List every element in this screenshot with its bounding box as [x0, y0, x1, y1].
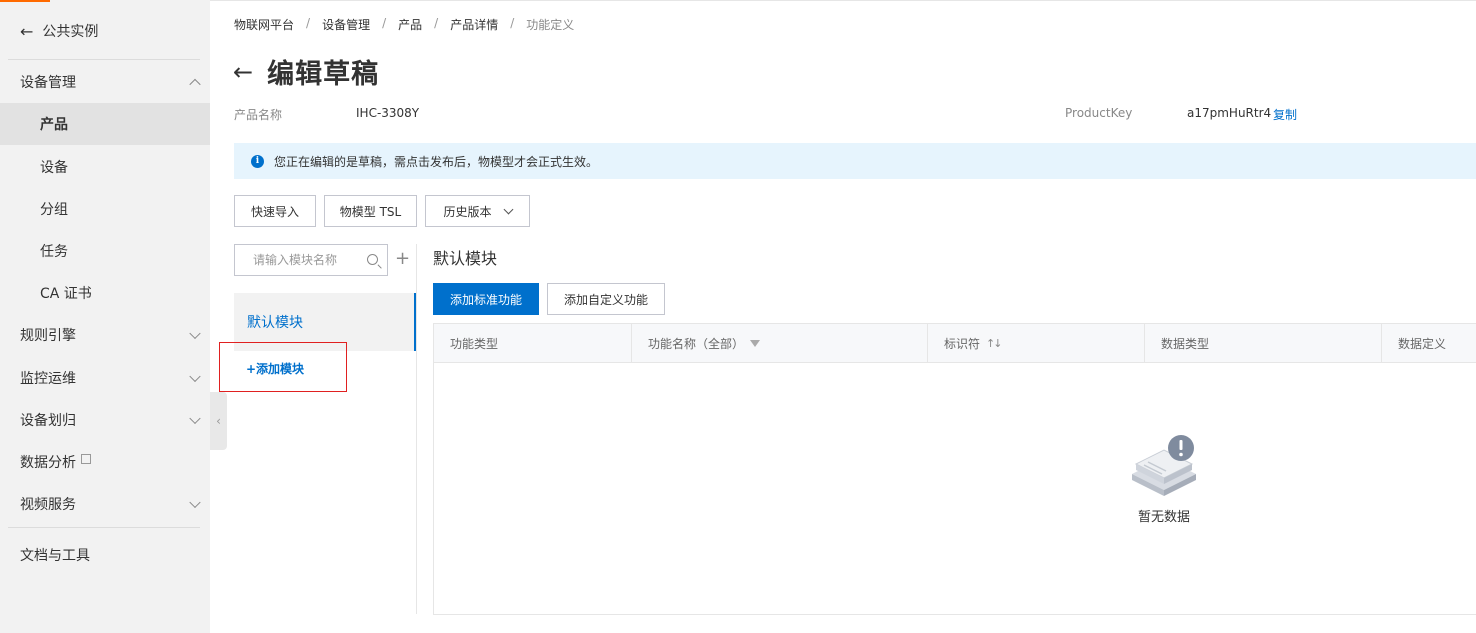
column-label: 标识符 [944, 336, 981, 351]
sidebar-item-device-assignment[interactable]: 设备划归 [0, 399, 210, 441]
highlight-box [219, 342, 347, 392]
sort-icon[interactable]: ↑↓ [986, 337, 1003, 350]
column-label: 数据定义 [1398, 336, 1447, 351]
sidebar-item-label: 任务 [40, 244, 68, 260]
chevron-up-icon [189, 78, 201, 91]
button-label: 历史版本 [443, 204, 492, 219]
page-header: ← 编辑草稿 [233, 52, 379, 91]
tsl-button[interactable]: 物模型 TSL [324, 195, 417, 227]
sidebar-item-task[interactable]: 任务 [0, 230, 210, 272]
add-module-plus-icon[interactable]: + [395, 249, 410, 269]
sidebar-item-label: 监控运维 [20, 371, 76, 387]
sidebar-item-docs-tools[interactable]: 文档与工具 [0, 534, 210, 576]
empty-box-icon [1132, 435, 1196, 496]
column-header-data-type: 数据类型 [1144, 324, 1381, 362]
breadcrumb-item[interactable]: 产品详情 [450, 16, 498, 33]
add-standard-function-button[interactable]: 添加标准功能 [433, 283, 539, 315]
sidebar-item-label: 文档与工具 [20, 548, 90, 564]
sidebar-item-device-management[interactable]: 设备管理 [0, 61, 210, 103]
module-item-label: 默认模块 [247, 315, 303, 331]
external-link-icon [81, 454, 91, 464]
add-custom-function-button[interactable]: 添加自定义功能 [547, 283, 665, 315]
sidebar-collapse-toggle[interactable]: ‹ [210, 392, 227, 450]
search-icon[interactable] [367, 254, 378, 265]
sidebar: ← 公共实例 设备管理 产品 设备 分组 任务 CA 证书 规则引擎 监控运维 … [0, 0, 210, 633]
chevron-down-icon [503, 204, 513, 214]
breadcrumb-current: 功能定义 [526, 18, 575, 32]
button-label: 快速导入 [250, 204, 299, 219]
chevron-down-icon [189, 370, 201, 383]
sidebar-item-video-service[interactable]: 视频服务 [0, 483, 210, 525]
sidebar-item-label: 数据分析 [20, 455, 76, 471]
sidebar-item-product[interactable]: 产品 [0, 103, 210, 145]
column-header-identifier[interactable]: 标识符 ↑↓ [927, 324, 1144, 362]
quick-import-button[interactable]: 快速导入 [234, 195, 316, 227]
sidebar-item-data-analysis[interactable]: 数据分析 [0, 441, 210, 483]
notice-text: 您正在编辑的是草稿，需点击发布后，物模型才会正式生效。 [274, 154, 599, 169]
product-key-value: a17pmHuRtr4 [1187, 106, 1272, 120]
module-search [234, 244, 388, 276]
empty-state: 暂无数据 [1124, 434, 1204, 525]
sidebar-item-label: 视频服务 [20, 497, 76, 513]
column-label: 功能类型 [450, 336, 499, 351]
back-label: 公共实例 [42, 24, 99, 40]
button-label: 添加标准功能 [449, 292, 522, 307]
sidebar-item-rule-engine[interactable]: 规则引擎 [0, 314, 210, 356]
column-header-function-type: 功能类型 [434, 324, 631, 362]
chevron-left-icon: ‹ [216, 414, 221, 428]
history-version-dropdown[interactable]: 历史版本 [425, 195, 530, 227]
top-border [0, 0, 1476, 1]
table-header: 功能类型 功能名称（全部） 标识符 ↑↓ 数据类型 数据定义 [434, 324, 1476, 363]
arrow-left-icon: ← [20, 21, 34, 41]
chevron-down-icon [189, 412, 201, 425]
sidebar-divider [8, 527, 200, 528]
sidebar-divider [8, 59, 200, 60]
breadcrumb-separator: / [382, 16, 387, 30]
empty-state-text: 暂无数据 [1137, 510, 1190, 525]
page-title: 编辑草稿 [267, 59, 380, 90]
column-header-function-name[interactable]: 功能名称（全部） [631, 324, 927, 362]
sidebar-item-device[interactable]: 设备 [0, 146, 210, 188]
chevron-down-icon [189, 496, 201, 509]
filter-icon[interactable] [750, 339, 761, 347]
function-table: 功能类型 功能名称（全部） 标识符 ↑↓ 数据类型 数据定义 暂无数据 [433, 323, 1476, 615]
breadcrumb-separator: / [510, 16, 515, 30]
sidebar-item-label: 规则引擎 [20, 328, 76, 344]
column-header-data-definition: 数据定义 [1381, 324, 1476, 362]
info-icon: i [251, 154, 264, 168]
brand-accent-bar [0, 0, 50, 2]
sidebar-item-label: 分组 [40, 202, 68, 218]
back-to-instances-link[interactable]: ← 公共实例 [20, 20, 98, 42]
sidebar-item-group[interactable]: 分组 [0, 188, 210, 230]
breadcrumb-item[interactable]: 物联网平台 [234, 16, 294, 33]
sidebar-item-ca-cert[interactable]: CA 证书 [0, 272, 210, 314]
product-name-label: 产品名称 [234, 108, 283, 122]
module-panel-divider [416, 244, 417, 614]
sidebar-item-label: 设备 [40, 160, 68, 176]
product-key-label: ProductKey [1065, 106, 1133, 120]
column-label: 数据类型 [1161, 336, 1210, 351]
copy-link[interactable]: 复制 [1273, 106, 1297, 123]
sidebar-item-label: CA 证书 [40, 286, 92, 302]
breadcrumb: 物联网平台 / 设备管理 / 产品 / 产品详情 / 功能定义 [234, 16, 574, 33]
breadcrumb-item[interactable]: 设备管理 [322, 16, 370, 33]
sidebar-item-label: 设备划归 [20, 413, 76, 429]
module-search-input[interactable] [251, 252, 365, 268]
sidebar-item-monitoring[interactable]: 监控运维 [0, 357, 210, 399]
draft-notice: i 您正在编辑的是草稿，需点击发布后，物模型才会正式生效。 [234, 143, 1476, 179]
button-label: 物模型 TSL [339, 204, 402, 219]
section-title: 默认模块 [433, 249, 498, 268]
chevron-down-icon [189, 327, 201, 340]
breadcrumb-separator: / [434, 16, 439, 30]
product-name-value: IHC-3308Y [356, 106, 420, 120]
breadcrumb-separator: / [306, 16, 311, 30]
breadcrumb-item[interactable]: 产品 [398, 16, 422, 33]
sidebar-item-label: 产品 [40, 117, 68, 133]
sidebar-item-label: 设备管理 [20, 75, 76, 91]
column-label: 功能名称（全部） [648, 336, 745, 351]
back-arrow-icon[interactable]: ← [233, 58, 253, 86]
button-label: 添加自定义功能 [563, 292, 648, 307]
